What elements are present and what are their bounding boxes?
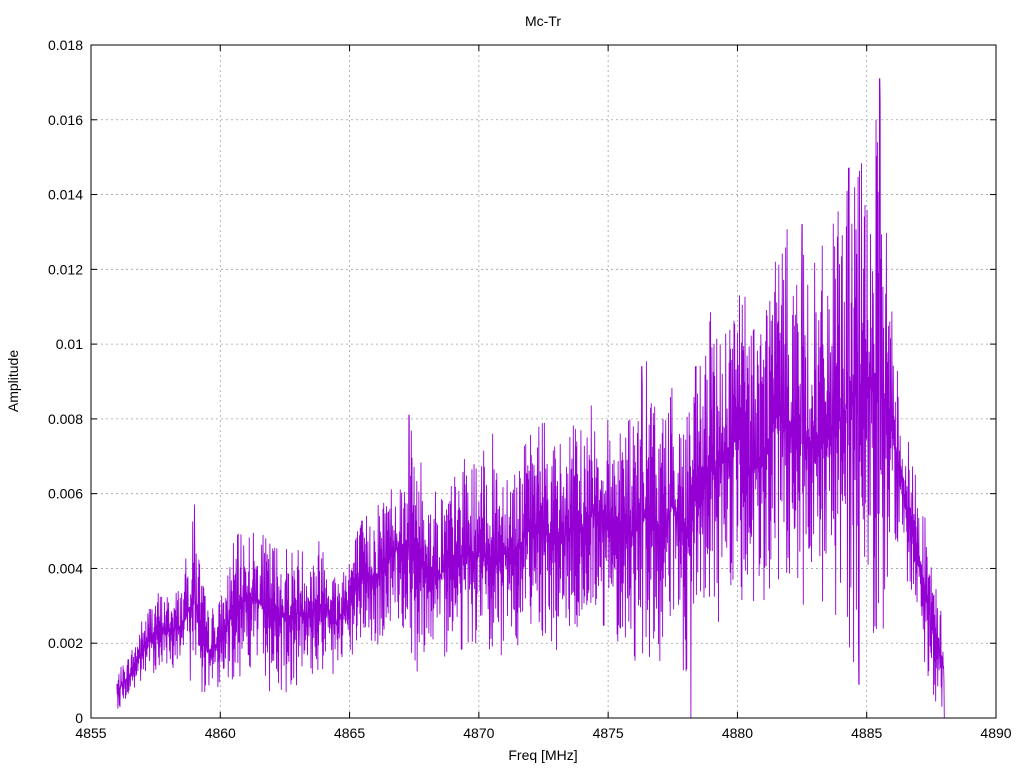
y-tick-label: 0.006 [48, 486, 83, 502]
y-tick-label: 0.008 [48, 411, 83, 427]
x-tick-label: 4855 [75, 725, 106, 741]
chart-title: Mc-Tr [525, 13, 561, 29]
y-tick-label: 0.016 [48, 112, 83, 128]
x-axis-label: Freq [MHz] [508, 747, 577, 763]
y-tick-label: 0 [75, 710, 83, 726]
y-tick-label: 0.018 [48, 37, 83, 53]
series-line [116, 78, 945, 719]
y-tick-label: 0.002 [48, 635, 83, 651]
y-axis-label: Amplitude [5, 350, 21, 412]
x-tick-label: 4875 [593, 725, 624, 741]
x-tick-label: 4870 [463, 725, 494, 741]
y-tick-label: 0.014 [48, 187, 83, 203]
chart-canvas: Mc-Tr 4855 4860 4865 4870 4875 4880 4885 4890 0 0… [5, 13, 1012, 763]
y-tick-label: 0.012 [48, 261, 83, 277]
y-tick-label: 0.01 [56, 336, 83, 352]
series-group [116, 78, 945, 719]
x-tick-label: 4865 [334, 725, 365, 741]
x-tick-label: 4890 [980, 725, 1011, 741]
x-tick-label: 4880 [722, 725, 753, 741]
x-tick-label: 4885 [851, 725, 882, 741]
x-tick-label: 4860 [205, 725, 236, 741]
y-tick-label: 0.004 [48, 560, 83, 576]
